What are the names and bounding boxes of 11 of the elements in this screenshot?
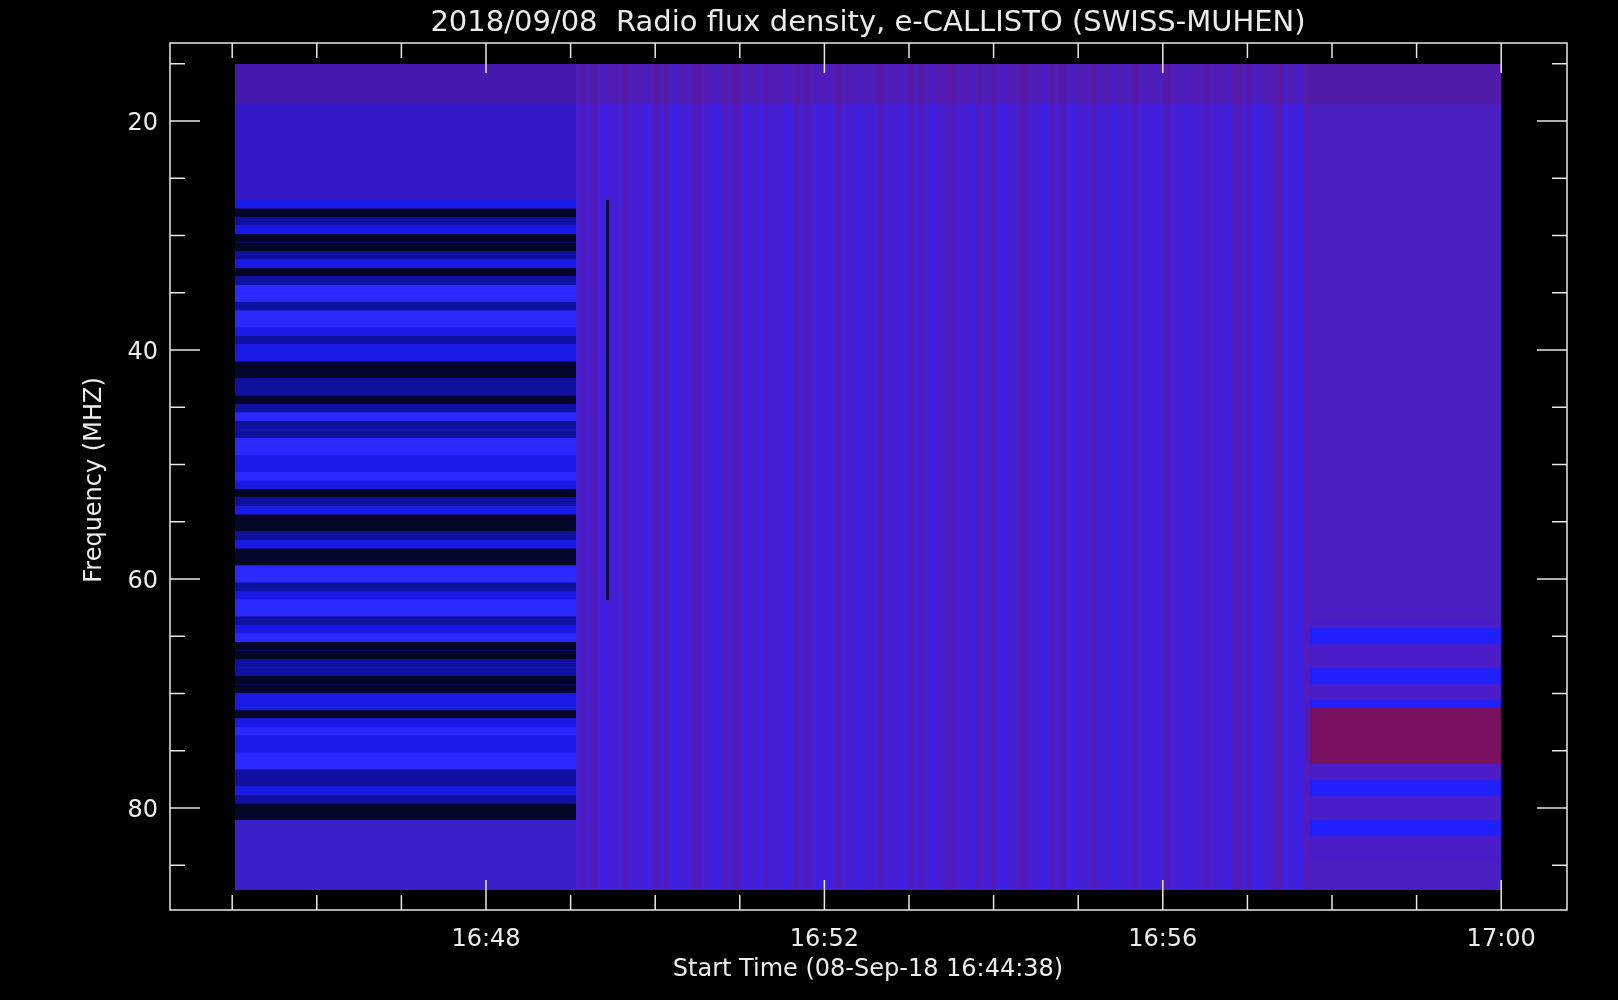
y-axis-label: Frequency (MHZ) bbox=[79, 377, 107, 583]
x-tick-label: 16:48 bbox=[451, 924, 521, 952]
y-tick-label: 40 bbox=[127, 337, 158, 365]
plot-title: 2018/09/08 Radio flux density, e-CALLISTO (SWISS-MUHEN) bbox=[430, 4, 1306, 38]
x-tick-label: 17:00 bbox=[1466, 924, 1536, 952]
x-axis-label: Start Time (08-Sep-18 16:44:38) bbox=[672, 954, 1064, 982]
y-tick-label: 20 bbox=[127, 108, 158, 136]
y-tick-label: 80 bbox=[127, 795, 158, 823]
y-tick-label: 60 bbox=[127, 566, 158, 594]
x-tick-label: 16:52 bbox=[789, 924, 859, 952]
x-tick-label: 16:56 bbox=[1128, 924, 1198, 952]
